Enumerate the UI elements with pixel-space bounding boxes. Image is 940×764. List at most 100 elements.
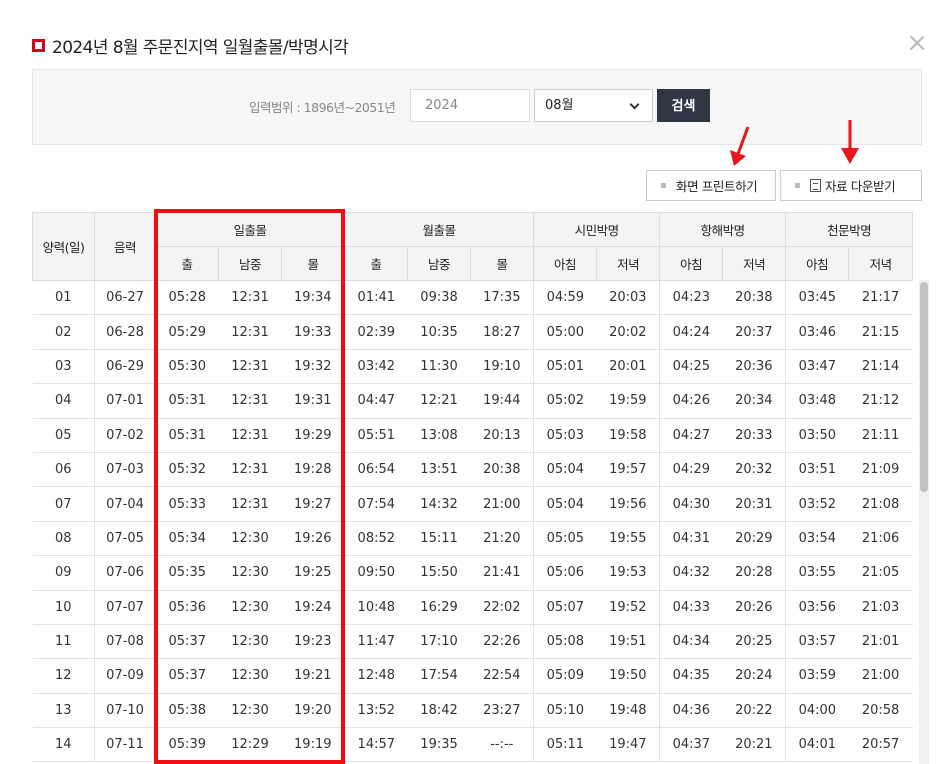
table-cell: 09:38 bbox=[407, 280, 471, 316]
table-cell: 19:24 bbox=[281, 590, 346, 625]
table-cell: 22:02 bbox=[470, 590, 535, 625]
table-cell: 05:04 bbox=[533, 452, 597, 488]
table-cell: 05:30 bbox=[155, 349, 219, 385]
table-cell: 07-11 bbox=[94, 727, 156, 763]
table-cell: 12:21 bbox=[407, 383, 471, 419]
range-label: 입력범위 : 1896년~2051년 bbox=[249, 100, 396, 115]
scrollbar-thumb[interactable] bbox=[920, 282, 928, 492]
table-cell: 19:19 bbox=[281, 727, 346, 763]
table-cell: 20:34 bbox=[722, 383, 787, 419]
table-row: 07 07-04 05:33 12:31 19:27 07:54 14:32 21:00 05:… bbox=[32, 486, 913, 522]
table-cell: 19:50 bbox=[596, 658, 661, 694]
table-cell: 19:26 bbox=[281, 521, 346, 557]
table-row: 11 07-08 05:37 12:30 19:23 11:47 17:10 22:26 05:… bbox=[32, 624, 913, 660]
table-cell: 11 bbox=[32, 624, 95, 660]
table-cell: 22:26 bbox=[470, 624, 535, 660]
table-cell: 03:50 bbox=[785, 418, 849, 453]
table-cell: 20:03 bbox=[596, 280, 661, 316]
table-cell: 10:35 bbox=[407, 314, 471, 350]
table-cell: 09 bbox=[32, 555, 95, 591]
download-button[interactable]: 자료 다운받기 bbox=[780, 170, 922, 201]
table-cell: 03 bbox=[32, 349, 95, 385]
table-cell: 20:24 bbox=[722, 658, 787, 694]
close-icon[interactable]: × bbox=[906, 30, 928, 56]
table-cell: 05:31 bbox=[155, 418, 219, 453]
table-cell: 04:23 bbox=[659, 280, 723, 316]
sub-header-cell: 출 bbox=[155, 246, 219, 281]
table-cell: 19:47 bbox=[596, 727, 661, 763]
document-icon bbox=[810, 179, 821, 192]
table-cell: 21:00 bbox=[470, 486, 535, 522]
table-cell: 19:52 bbox=[596, 590, 661, 625]
table-cell: 04:34 bbox=[659, 624, 723, 660]
month-select[interactable]: 08월 bbox=[534, 89, 653, 122]
table-cell: 19:32 bbox=[281, 349, 346, 385]
table-cell: 12:30 bbox=[218, 590, 282, 625]
table-cell: 20:25 bbox=[722, 624, 787, 660]
search-button[interactable]: 검색 bbox=[657, 89, 710, 122]
table-cell: 19:56 bbox=[596, 486, 661, 522]
table-cell: 18:27 bbox=[470, 314, 535, 350]
header-moon: 월출몰 bbox=[344, 212, 535, 247]
table-cell: 05:07 bbox=[533, 590, 597, 625]
table-cell: 05:31 bbox=[155, 383, 219, 419]
table-cell: 05:03 bbox=[533, 418, 597, 453]
table-cell: 05:34 bbox=[155, 521, 219, 557]
table-cell: 15:11 bbox=[407, 521, 471, 557]
arrow-down-icon bbox=[730, 126, 750, 166]
table-cell: 19:28 bbox=[281, 452, 346, 488]
print-button[interactable]: 화면 프린트하기 bbox=[646, 170, 776, 201]
table-cell: 06-27 bbox=[94, 280, 156, 316]
table-cell: 19:33 bbox=[281, 314, 346, 350]
sub-header-cell: 몰 bbox=[470, 246, 535, 281]
table-cell: 20:28 bbox=[722, 555, 787, 591]
table-cell: 20:26 bbox=[722, 590, 787, 625]
table-cell: 21:01 bbox=[848, 624, 913, 660]
table-cell: 13:08 bbox=[407, 418, 471, 453]
sub-header-cell: 저녁 bbox=[848, 246, 914, 281]
table-cell: 12:31 bbox=[218, 452, 282, 488]
table-cell: 05:09 bbox=[533, 658, 597, 694]
table-cell: 11:30 bbox=[407, 349, 471, 385]
table-cell: 19:34 bbox=[281, 280, 346, 316]
table-cell: 10:48 bbox=[344, 590, 408, 625]
table-row: 10 07-07 05:36 12:30 19:24 10:48 16:29 22:02 05:… bbox=[32, 590, 913, 625]
table-cell: 05:38 bbox=[155, 693, 219, 729]
table-cell: 03:47 bbox=[785, 349, 849, 385]
year-input[interactable] bbox=[410, 89, 530, 122]
sub-header-cell: 몰 bbox=[280, 246, 346, 281]
table-cell: --:-- bbox=[470, 727, 535, 763]
table-cell: 04:27 bbox=[659, 418, 723, 453]
header-astronomical-twilight: 천문박명 bbox=[785, 212, 914, 247]
table-cell: 21:09 bbox=[848, 452, 913, 488]
table-cell: 04:37 bbox=[659, 727, 723, 763]
table-cell: 12:31 bbox=[218, 383, 282, 419]
vertical-scrollbar[interactable] bbox=[919, 280, 929, 764]
sun-moon-table-container: 양력(일) 음력 일출몰 월출몰 시민박명 항해박명 천문박명 출 남중 몰 출 남중 몰… bbox=[32, 212, 914, 764]
table-cell: 02 bbox=[32, 314, 95, 350]
table-cell: 12:31 bbox=[218, 314, 282, 350]
table-cell: 04:00 bbox=[785, 693, 849, 729]
table-cell: 07-03 bbox=[94, 452, 156, 488]
table-cell: 03:48 bbox=[785, 383, 849, 419]
table-cell: 21:00 bbox=[848, 658, 913, 694]
table-cell: 19:10 bbox=[470, 349, 535, 385]
table-cell: 19:59 bbox=[596, 383, 661, 419]
table-row: 08 07-05 05:34 12:30 19:26 08:52 15:11 21:20 05:… bbox=[32, 521, 913, 557]
table-cell: 23:27 bbox=[470, 693, 535, 729]
table-cell: 14:57 bbox=[344, 727, 408, 763]
table-cell: 13:52 bbox=[344, 693, 408, 729]
sub-header-cell: 아침 bbox=[785, 246, 850, 281]
table-cell: 21:15 bbox=[848, 314, 913, 350]
header-sun: 일출몰 bbox=[154, 212, 346, 247]
table-cell: 03:51 bbox=[785, 452, 849, 488]
table-cell: 18:42 bbox=[407, 693, 471, 729]
sub-header-cell: 출 bbox=[344, 246, 409, 281]
table-cell: 12:31 bbox=[218, 349, 282, 385]
table-cell: 03:56 bbox=[785, 590, 849, 625]
month-select-value: 08월 bbox=[545, 98, 574, 113]
table-cell: 05:10 bbox=[533, 693, 597, 729]
table-cell: 19:21 bbox=[281, 658, 346, 694]
table-cell: 07-07 bbox=[94, 590, 156, 625]
table-cell: 03:42 bbox=[344, 349, 408, 385]
